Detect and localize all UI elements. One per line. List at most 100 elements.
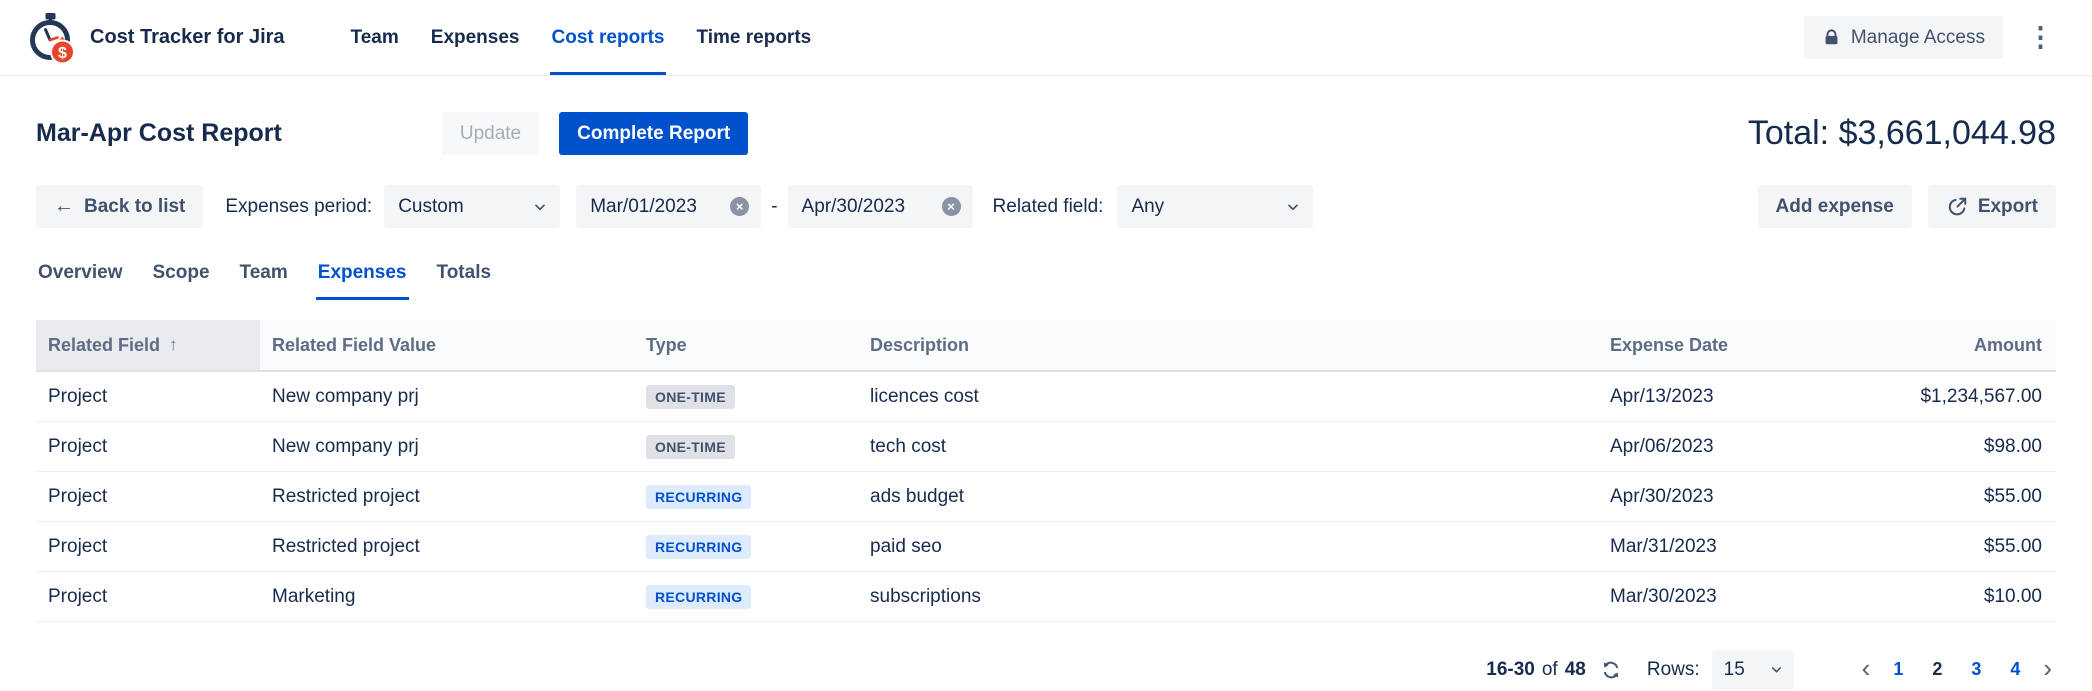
export-button[interactable]: Export: [1928, 185, 2056, 228]
related-field-select[interactable]: Any: [1117, 185, 1313, 228]
previous-page-button[interactable]: ‹: [1858, 655, 1875, 685]
clear-date-to-icon[interactable]: ×: [942, 197, 961, 216]
kebab-icon: ⋮: [2027, 22, 2054, 52]
refresh-button[interactable]: [1597, 656, 1625, 684]
app-header: $ Cost Tracker for Jira Team Expenses Co…: [0, 0, 2092, 76]
report-total-value: $3,661,044.98: [1839, 114, 2056, 152]
cell-description: subscriptions: [858, 572, 1598, 621]
cell-type: ONE-TIME: [634, 422, 858, 471]
filter-row: ← Back to list Expenses period: Custom M…: [36, 185, 2056, 228]
period-select-value: Custom: [398, 196, 463, 218]
cell-related-field: Project: [36, 422, 260, 471]
report-title: Mar-Apr Cost Report: [36, 119, 282, 148]
table-footer: 16-30 of 48 Rows: 15: [36, 648, 2056, 691]
export-label: Export: [1978, 196, 2038, 218]
add-expense-button[interactable]: Add expense: [1758, 185, 1912, 228]
svg-text:$: $: [58, 44, 67, 61]
update-button[interactable]: Update: [442, 112, 539, 155]
cell-related-field-value: Marketing: [260, 572, 634, 621]
table-header-row: Related Field ↑ Related Field Value Type…: [36, 320, 2056, 372]
chevron-down-icon: [1285, 199, 1301, 215]
cell-related-field: Project: [36, 572, 260, 621]
expenses-period-label: Expenses period:: [225, 196, 372, 218]
page-button-2-current[interactable]: 2: [1922, 653, 1952, 687]
header-type[interactable]: Type: [634, 320, 858, 370]
header-expense-date[interactable]: Expense Date: [1598, 320, 1866, 370]
complete-report-button[interactable]: Complete Report: [559, 112, 748, 155]
back-arrow-icon: ←: [54, 195, 74, 218]
type-badge: ONE-TIME: [646, 385, 735, 409]
cell-type: RECURRING: [634, 522, 858, 571]
related-field-label: Related field:: [993, 196, 1104, 218]
cell-related-field-value: Restricted project: [260, 472, 634, 521]
date-to-value: Apr/30/2023: [802, 196, 906, 218]
report-total-label: Total:: [1748, 114, 1829, 152]
chevron-down-icon: [532, 199, 548, 215]
manage-access-button[interactable]: Manage Access: [1804, 16, 2003, 59]
nav-item-time-reports[interactable]: Time reports: [694, 0, 813, 75]
app-logo-icon: $: [24, 11, 78, 65]
next-page-button[interactable]: ›: [2039, 655, 2056, 685]
cell-type: ONE-TIME: [634, 372, 858, 421]
back-to-list-button[interactable]: ← Back to list: [36, 185, 203, 228]
header-related-field-value[interactable]: Related Field Value: [260, 320, 634, 370]
nav-item-cost-reports[interactable]: Cost reports: [550, 0, 667, 75]
clear-date-from-icon[interactable]: ×: [730, 197, 749, 216]
type-badge: RECURRING: [646, 585, 751, 609]
expenses-table: Related Field ↑ Related Field Value Type…: [36, 320, 2056, 622]
tab-team[interactable]: Team: [238, 258, 290, 300]
date-from-input[interactable]: Mar/01/2023 ×: [576, 185, 761, 228]
table-row: Project Restricted project RECURRING ads…: [36, 472, 2056, 522]
nav-item-team[interactable]: Team: [349, 0, 401, 75]
row-total: 48: [1565, 659, 1586, 681]
cell-amount: $98.00: [1866, 422, 2056, 471]
cell-amount: $55.00: [1866, 472, 2056, 521]
page-button-1[interactable]: 1: [1883, 653, 1913, 687]
more-options-button[interactable]: ⋮: [2019, 18, 2062, 57]
refresh-icon: [1601, 660, 1621, 680]
page-button-3[interactable]: 3: [1961, 653, 1991, 687]
header-description[interactable]: Description: [858, 320, 1598, 370]
cell-related-field: Project: [36, 372, 260, 421]
cell-expense-date: Mar/31/2023: [1598, 522, 1866, 571]
cell-amount: $1,234,567.00: [1866, 372, 2056, 421]
type-badge: ONE-TIME: [646, 435, 735, 459]
nav-item-expenses[interactable]: Expenses: [429, 0, 522, 75]
period-select[interactable]: Custom: [384, 185, 560, 228]
tab-overview[interactable]: Overview: [36, 258, 125, 300]
add-expense-label: Add expense: [1776, 196, 1894, 218]
cell-related-field: Project: [36, 472, 260, 521]
page-button-4[interactable]: 4: [2000, 653, 2030, 687]
cell-amount: $55.00: [1866, 522, 2056, 571]
cell-description: tech cost: [858, 422, 1598, 471]
header-related-field-label: Related Field: [48, 335, 160, 356]
export-icon: [1946, 196, 1968, 218]
cell-related-field-value: New company prj: [260, 422, 634, 471]
date-to-input[interactable]: Apr/30/2023 ×: [788, 185, 973, 228]
cell-description: licences cost: [858, 372, 1598, 421]
date-from-value: Mar/01/2023: [590, 196, 697, 218]
header-amount[interactable]: Amount: [1866, 320, 2056, 370]
pagination: ‹ 1 2 3 4 ›: [1858, 653, 2056, 687]
report-total: Total: $3,661,044.98: [1748, 114, 2056, 153]
type-badge: RECURRING: [646, 535, 751, 559]
cell-expense-date: Apr/06/2023: [1598, 422, 1866, 471]
cell-amount: $10.00: [1866, 572, 2056, 621]
rows-per-page-select[interactable]: 15: [1712, 650, 1794, 690]
cell-related-field: Project: [36, 522, 260, 571]
cell-description: ads budget: [858, 472, 1598, 521]
manage-access-label: Manage Access: [1851, 27, 1985, 49]
tab-scope[interactable]: Scope: [151, 258, 212, 300]
lock-icon: [1822, 28, 1841, 47]
table-row: Project New company prj ONE-TIME tech co…: [36, 422, 2056, 472]
header-related-field[interactable]: Related Field ↑: [36, 320, 260, 370]
cell-expense-date: Apr/13/2023: [1598, 372, 1866, 421]
rows-per-page-group: Rows: 15: [1647, 650, 1794, 690]
tab-totals[interactable]: Totals: [435, 258, 494, 300]
report-title-row: Mar-Apr Cost Report Update Complete Repo…: [36, 112, 2056, 155]
cell-description: paid seo: [858, 522, 1598, 571]
rows-per-page-label: Rows:: [1647, 659, 1700, 681]
tab-expenses[interactable]: Expenses: [316, 258, 409, 300]
sort-ascending-icon: ↑: [169, 335, 178, 355]
main-nav: Team Expenses Cost reports Time reports: [349, 0, 842, 75]
